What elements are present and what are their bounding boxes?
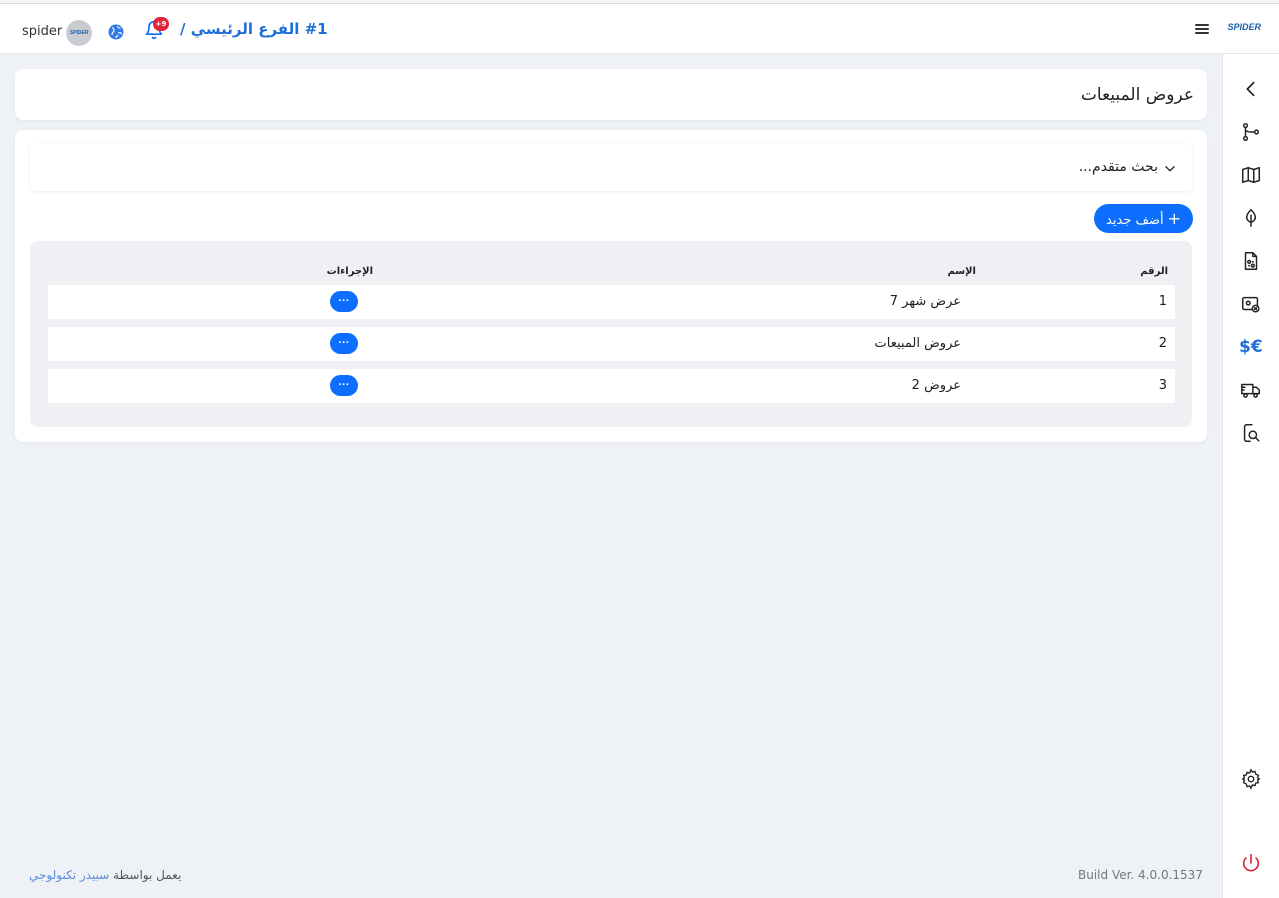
row-number: 2 bbox=[1158, 336, 1167, 351]
currency-icon[interactable]: $€ bbox=[1239, 336, 1263, 358]
row-actions-button[interactable]: ··· bbox=[330, 291, 358, 312]
power-icon[interactable] bbox=[1240, 852, 1262, 874]
row-name: عروض المبيعات bbox=[874, 336, 961, 351]
billing-icon[interactable] bbox=[1240, 293, 1262, 315]
column-header-number[interactable]: الرقم bbox=[1140, 265, 1168, 279]
notification-count-badge: +9 bbox=[153, 17, 169, 31]
add-new-label: أضف جديد bbox=[1106, 213, 1164, 228]
brand-link[interactable]: سبيدر تكنولوجي bbox=[29, 868, 109, 882]
row-actions-button[interactable]: ··· bbox=[330, 375, 358, 396]
powered-by-label: يعمل بواسطة bbox=[113, 868, 182, 882]
sidebar: $€ bbox=[1222, 54, 1279, 898]
top-header: SPIDER #1 الفرع الرئيسي / +9 SPIDER spid… bbox=[0, 4, 1279, 54]
row-actions-button[interactable]: ··· bbox=[330, 333, 358, 354]
row-number: 3 bbox=[1158, 378, 1167, 393]
app-logo[interactable]: SPIDER bbox=[1225, 18, 1261, 36]
plus-icon: + bbox=[1167, 209, 1181, 228]
add-new-button[interactable]: +أضف جديد bbox=[1094, 204, 1193, 233]
username-label[interactable]: spider bbox=[22, 20, 62, 44]
map-icon[interactable] bbox=[1240, 164, 1262, 186]
build-version: Build Ver. 4.0.0.1537 bbox=[1078, 868, 1203, 882]
column-header-name[interactable]: الإسم bbox=[947, 265, 976, 279]
leaf-icon[interactable] bbox=[1240, 207, 1262, 229]
chevron-left-icon[interactable] bbox=[1240, 78, 1262, 100]
content-card: بحث متقدم... +أضف جديد الرقم الإسم الإجر… bbox=[15, 130, 1207, 442]
search-doc-icon[interactable] bbox=[1240, 422, 1262, 444]
row-name: عروض 2 bbox=[911, 378, 961, 393]
file-chart-icon[interactable] bbox=[1240, 250, 1262, 272]
table-row[interactable]: 2 عروض المبيعات ··· bbox=[48, 327, 1175, 361]
row-number: 1 bbox=[1158, 294, 1167, 309]
globe-icon[interactable] bbox=[107, 23, 125, 41]
truck-icon[interactable] bbox=[1240, 379, 1262, 401]
git-branch-icon[interactable] bbox=[1240, 121, 1262, 143]
advanced-search-label: بحث متقدم... bbox=[1078, 159, 1158, 175]
page-title-card: عروض المبيعات bbox=[15, 69, 1207, 120]
advanced-search-toggle[interactable]: بحث متقدم... bbox=[30, 143, 1192, 191]
powered-by-footer: يعمل بواسطة سبيدر تكنولوجي bbox=[29, 866, 181, 884]
row-name: عرض شهر 7 bbox=[889, 294, 961, 309]
menu-toggle-button[interactable] bbox=[1191, 18, 1213, 40]
page-title: عروض المبيعات bbox=[1080, 85, 1194, 105]
avatar[interactable]: SPIDER bbox=[66, 20, 92, 46]
offers-table: الرقم الإسم الإجراءات 1 عرض شهر 7 ··· 2 … bbox=[30, 241, 1192, 427]
gear-icon[interactable] bbox=[1240, 768, 1262, 790]
branch-title[interactable]: #1 الفرع الرئيسي / bbox=[180, 18, 328, 40]
chevron-down-icon bbox=[1163, 161, 1177, 175]
table-row[interactable]: 1 عرض شهر 7 ··· bbox=[48, 285, 1175, 319]
column-header-actions: الإجراءات bbox=[326, 266, 373, 277]
table-row[interactable]: 3 عروض 2 ··· bbox=[48, 369, 1175, 403]
